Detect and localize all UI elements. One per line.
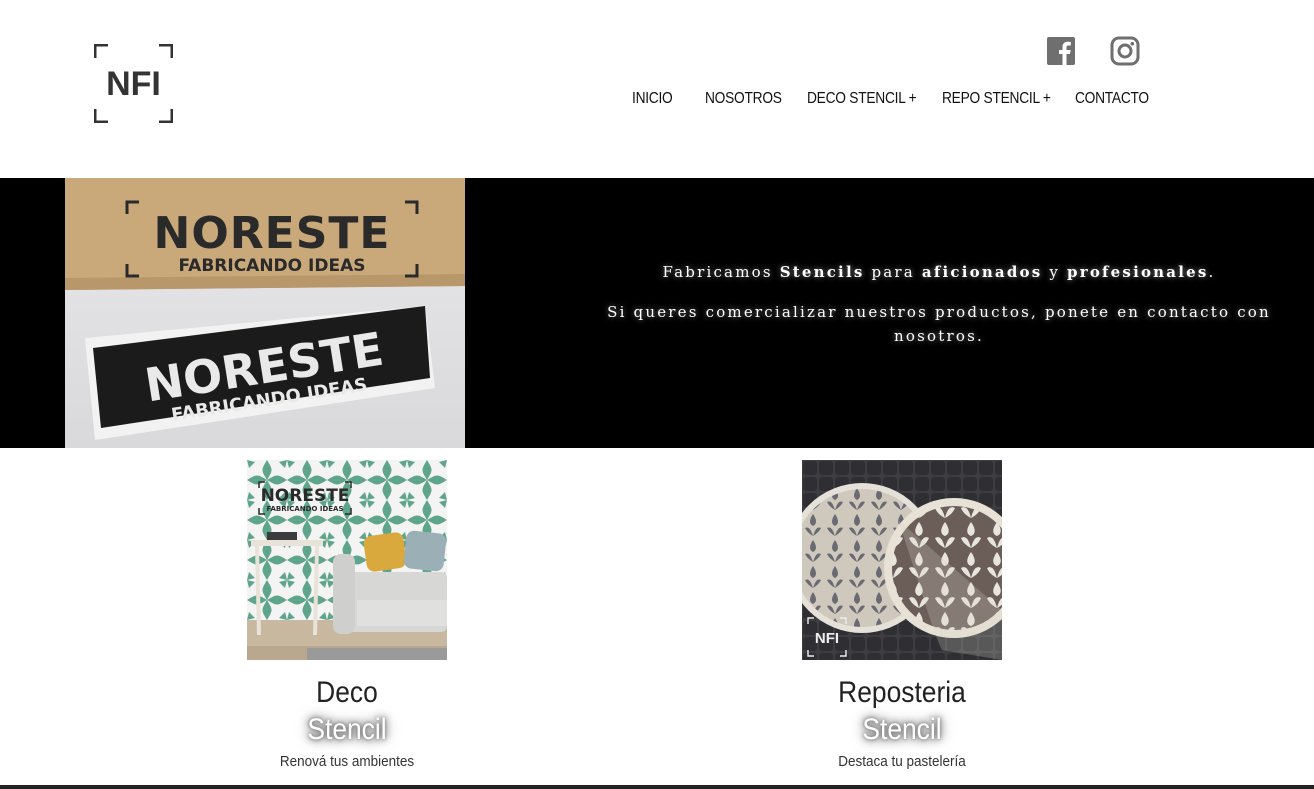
section-divider [0, 785, 1314, 789]
card-deco-subtitle: Stencil [307, 713, 387, 746]
hero-paragraph-2: Si queres comercializar nuestros product… [607, 303, 1271, 345]
hero-image-text-2: FABRICANDO IDEAS [179, 256, 366, 276]
card-deco-description: Renová tus ambientes [279, 753, 415, 770]
deco-image-logo-2: FABRICANDO IDEAS [267, 505, 344, 513]
social-links [1046, 36, 1140, 66]
hero-paragraph-1: Fabricamos Stencils para aficionados y p… [662, 263, 1216, 281]
nav-nosotros[interactable]: NOSOTROS [705, 90, 782, 108]
reposteria-stencil-image[interactable]: NFI [802, 460, 1002, 660]
facebook-icon[interactable] [1046, 36, 1076, 66]
nav-inicio[interactable]: INICIO [632, 90, 673, 108]
card-deco-title: Deco [316, 676, 378, 709]
card-reposteria-subtitle: Stencil [862, 713, 942, 746]
reposteria-image-badge: NFI [815, 630, 839, 647]
hero-text: Fabricamos Stencils para aficionados y p… [580, 260, 1298, 348]
brand-logo-text: NFI [106, 65, 161, 103]
nav-repo-stencil[interactable]: REPO STENCIL + [942, 90, 1051, 108]
deco-stencil-image[interactable]: NORESTE FABRICANDO IDEAS [247, 460, 447, 660]
nav-deco-stencil[interactable]: DECO STENCIL + [807, 90, 917, 108]
hero-image-text-1: NORESTE [154, 208, 391, 259]
brand-logo[interactable]: NFI [94, 44, 173, 123]
hero-image: NORESTE FABRICANDO IDEAS NORESTE FABRICA… [65, 178, 465, 448]
card-reposteria-title: Reposteria [838, 676, 966, 709]
nav-contacto[interactable]: CONTACTO [1075, 90, 1149, 108]
card-deco: NORESTE FABRICANDO IDEAS Deco Stencil Re… [197, 460, 497, 772]
hero-banner: NORESTE FABRICANDO IDEAS NORESTE FABRICA… [0, 178, 1314, 448]
card-reposteria-description: Destaca tu pastelería [838, 753, 966, 770]
deco-image-logo-1: NORESTE [261, 486, 350, 506]
card-reposteria: NFI Reposteria Stencil Destaca tu pastel… [752, 460, 1052, 772]
instagram-icon[interactable] [1110, 36, 1140, 66]
